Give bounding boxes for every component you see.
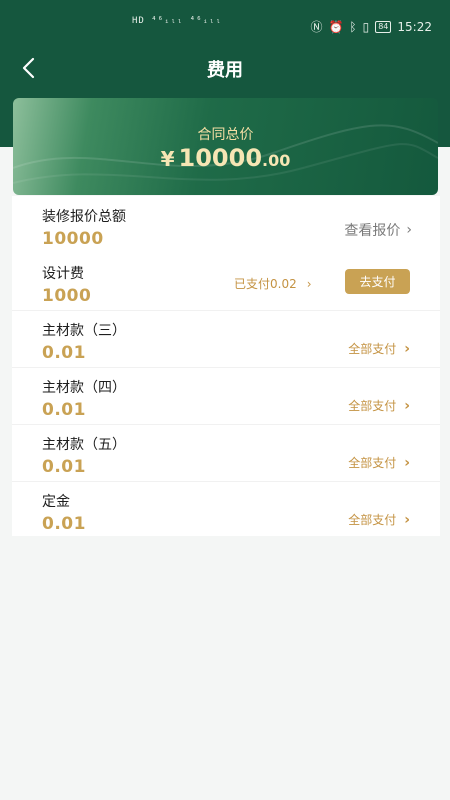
fee-row-material-5: 主材款（五） 0.01 全部支付 › [12, 424, 440, 481]
alarm-icon: ⏰ [328, 19, 344, 34]
contract-total-card: 合同总价 ¥10000.00 [13, 98, 438, 195]
pay-all-label: 全部支付 [348, 342, 397, 356]
pay-all-link[interactable]: 全部支付 › [348, 397, 410, 414]
chevron-right-icon: › [404, 454, 410, 471]
nfc-icon: Ⓝ [310, 20, 323, 34]
paid-amount-link[interactable]: 已支付0.02 › [234, 275, 312, 292]
pay-all-label: 全部支付 [348, 399, 397, 413]
status-bar: HD ⁴⁶ᵢₗₗ ⁴⁶ᵢₗₗ Ⓝ ⏰ ᛒ ▯ 84 15:22 [0, 14, 450, 38]
amount-decimal: .00 [262, 151, 291, 170]
fee-row-deposit: 定金 0.01 全部支付 › [12, 481, 440, 538]
status-time: 15:22 [397, 19, 432, 34]
navigation-bar: 费用 [0, 48, 450, 88]
fee-name: 设计费 [42, 266, 84, 282]
battery-icon: 84 [375, 20, 392, 33]
fee-name: 装修报价总额 [42, 209, 126, 225]
fee-amount: 0.01 [42, 514, 86, 534]
currency-symbol: ¥ [160, 147, 175, 171]
fee-row-material-4: 主材款（四） 0.01 全部支付 › [12, 367, 440, 424]
fee-row-material-3: 主材款（三） 0.01 全部支付 › [12, 310, 440, 367]
chevron-right-icon: › [306, 276, 312, 291]
fee-name: 主材款（三） [42, 323, 126, 339]
contract-total-amount: ¥10000.00 [13, 144, 438, 172]
pay-all-link[interactable]: 全部支付 › [348, 511, 410, 528]
status-icons: Ⓝ ⏰ ᛒ ▯ 84 15:22 [310, 18, 432, 35]
page-title: 费用 [207, 60, 243, 81]
amount-integer: 10000 [178, 144, 263, 172]
fee-amount: 0.01 [42, 343, 86, 363]
fee-name: 主材款（五） [42, 437, 126, 453]
fee-row-quote-total: 装修报价总额 10000 查看报价 › [12, 196, 440, 253]
view-quote-link[interactable]: 查看报价 › [344, 220, 412, 240]
paid-amount-label: 已支付0.02 [234, 277, 297, 291]
fee-list: 装修报价总额 10000 查看报价 › 设计费 1000 已支付0.02 › 去… [12, 196, 440, 536]
contract-total-label: 合同总价 [197, 127, 254, 143]
bluetooth-icon: ᛒ [349, 19, 357, 34]
view-quote-label: 查看报价 [344, 223, 401, 239]
fee-name: 定金 [42, 494, 70, 510]
chevron-right-icon: › [404, 511, 410, 528]
pay-button[interactable]: 去支付 [345, 269, 410, 294]
chevron-right-icon: › [406, 222, 412, 238]
chevron-right-icon: › [404, 340, 410, 357]
pay-all-label: 全部支付 [348, 513, 397, 527]
pay-all-label: 全部支付 [348, 456, 397, 470]
pay-all-link[interactable]: 全部支付 › [348, 454, 410, 471]
pay-all-link[interactable]: 全部支付 › [348, 340, 410, 357]
fee-name: 主材款（四） [42, 380, 126, 396]
signal-indicators: HD ⁴⁶ᵢₗₗ ⁴⁶ᵢₗₗ [132, 16, 222, 26]
fee-row-design: 设计费 1000 已支付0.02 › 去支付 [12, 253, 440, 310]
fee-amount: 10000 [42, 229, 104, 249]
fee-amount: 0.01 [42, 400, 86, 420]
fee-amount: 0.01 [42, 457, 86, 477]
chevron-right-icon: › [404, 397, 410, 414]
vibrate-icon: ▯ [362, 19, 370, 34]
fee-amount: 1000 [42, 286, 92, 306]
